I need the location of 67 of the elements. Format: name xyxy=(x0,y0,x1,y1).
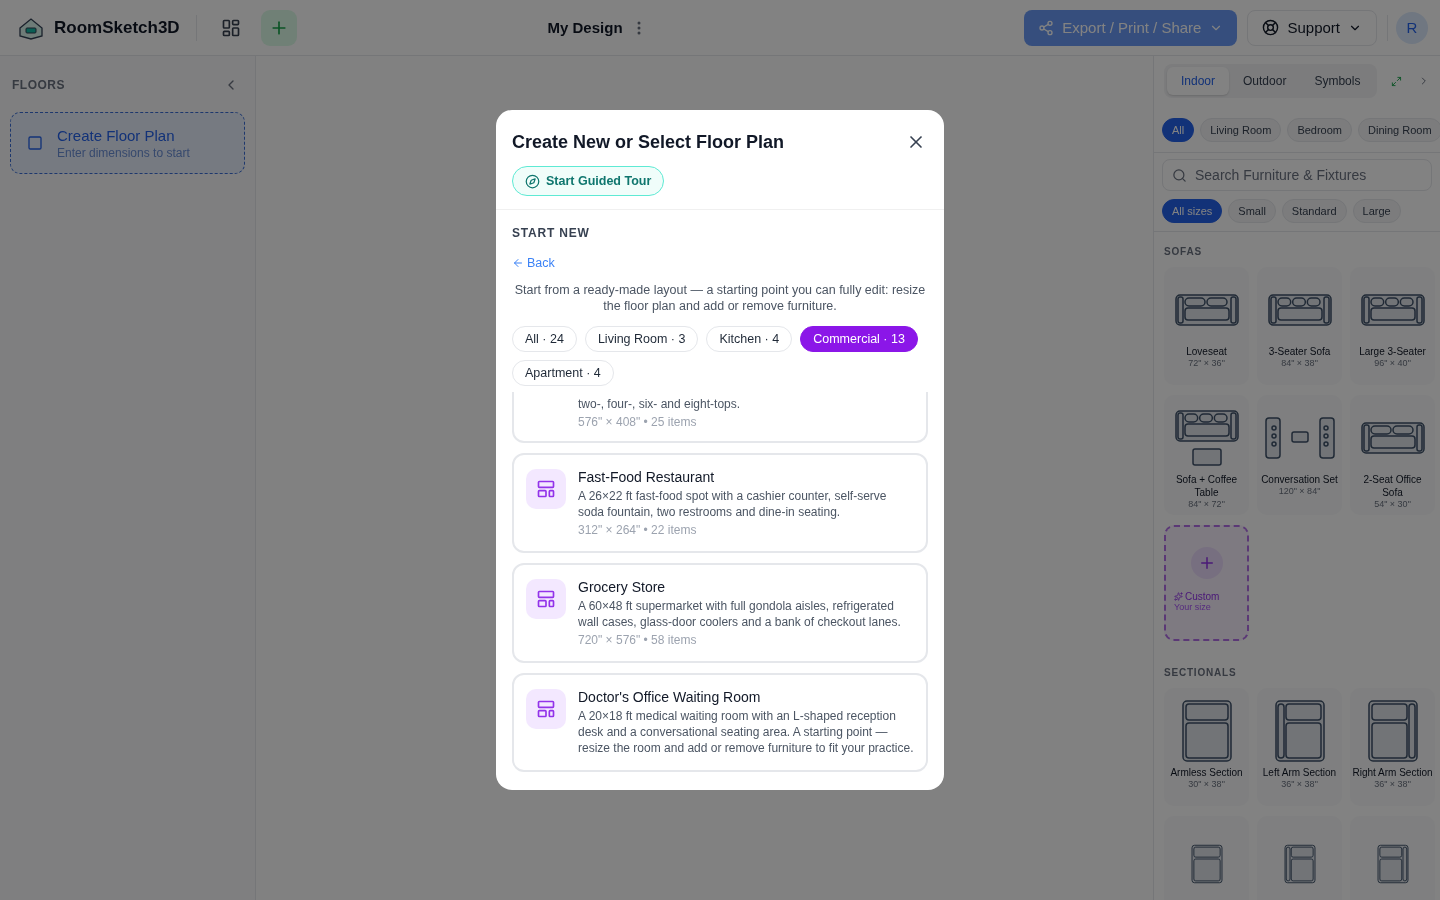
section-title: SECTIONALS xyxy=(1163,666,1238,680)
category-chip[interactable]: Dining Room xyxy=(1358,118,1440,142)
back-link[interactable]: Back xyxy=(512,256,928,270)
size-chip[interactable]: Standard xyxy=(1281,199,1347,223)
sofa-icon xyxy=(1174,293,1239,327)
template-card[interactable]: Fast-Food Restaurant A 26×22 ft fast-food spot with a cashier counter, self-serve soda fountain, two restrooms and dine-in seating. 312" × 264" • 22 items xyxy=(512,453,928,553)
layout-icon xyxy=(536,589,556,609)
template-meta: 312" × 264" • 22 items xyxy=(578,523,698,537)
sparkle-icon xyxy=(1174,592,1183,601)
sofa-with-table-icon xyxy=(1174,409,1239,467)
category-chip[interactable]: Living Room xyxy=(1200,118,1282,142)
seating-set-icon xyxy=(1263,416,1336,460)
search-icon xyxy=(1172,168,1187,183)
template-meta: 720" × 576" • 58 items xyxy=(578,633,698,647)
support-button[interactable]: Support xyxy=(1247,9,1377,46)
library-tab[interactable]: Indoor xyxy=(1167,67,1230,95)
library-tab[interactable]: Symbols xyxy=(1300,67,1375,95)
filter-chip[interactable]: Living Room · 3 xyxy=(584,326,699,352)
template-name: Grocery Store xyxy=(578,579,667,595)
user-avatar[interactable]: R xyxy=(1396,11,1428,44)
template-card[interactable]: Grocery Store A 60×48 ft supermarket with full gondola aisles, refrigerated wall cases, glass-door coolers and a bank of checkout lanes. 720" × 576" • 58 items xyxy=(512,563,928,663)
sofa-icon xyxy=(1360,421,1425,455)
custom-size-card[interactable]: Custom Your size xyxy=(1164,525,1249,641)
template-name: Fast-Food Restaurant xyxy=(578,469,716,485)
template-name: Doctor's Office Waiting Room xyxy=(578,689,762,705)
template-description: A 60×48 ft supermarket with full gondola aisles, refrigerated wall cases, glass-door coolers and a bank of checkout lanes. xyxy=(578,598,902,630)
arrow-left-icon xyxy=(512,257,524,269)
sofa-icon xyxy=(1360,293,1425,327)
design-title: My Design xyxy=(547,19,623,36)
library-tab[interactable]: Outdoor xyxy=(1229,67,1301,95)
intro-text: Start from a ready-made layout — a starting point you can fully edit: resize the floor plan and add or remove furniture. xyxy=(513,282,927,314)
category-chip[interactable]: Bedroom xyxy=(1287,118,1352,142)
section-label: START NEW xyxy=(512,226,591,240)
sofa-icon xyxy=(1267,293,1332,327)
section-title: SOFAS xyxy=(1163,245,1203,259)
size-chip[interactable]: All sizes xyxy=(1162,199,1223,223)
template-meta: 576" × 408" • 25 items xyxy=(578,415,698,429)
layout-icon xyxy=(536,699,556,719)
more-menu-icon[interactable] xyxy=(636,20,641,35)
template-card[interactable]: two-, four-, six- and eight-tops. 576" × 408" • 25 items xyxy=(512,392,928,443)
template-description: A 26×22 ft fast-food spot with a cashier counter, self-serve soda fountain, two restrooms and dine-in seating. xyxy=(578,488,888,520)
filter-chip[interactable]: Kitchen · 4 xyxy=(706,326,793,352)
brand-name: RoomSketch3D xyxy=(54,17,180,38)
dashboard-icon xyxy=(220,17,241,38)
layout-icon xyxy=(536,479,556,499)
add-button[interactable] xyxy=(260,9,297,46)
compass-icon xyxy=(525,173,540,189)
dialog-title: Create New or Select Floor Plan xyxy=(512,131,785,153)
filter-chip[interactable]: Commercial · 13 xyxy=(800,326,918,352)
template-description: two-, four-, six- and eight-tops. xyxy=(578,396,741,412)
sectional-icon xyxy=(1273,699,1326,763)
search-field[interactable]: Search Furniture & Fixtures xyxy=(1162,159,1432,191)
square-icon xyxy=(27,135,43,151)
filter-chip[interactable]: All · 24 xyxy=(512,326,577,352)
sectional-icon xyxy=(1366,699,1419,763)
create-floor-plan-card[interactable]: Create Floor Plan Enter dimensions to start xyxy=(10,112,245,174)
template-description: A 20×18 ft medical waiting room with an L-shaped reception desk and a conversational seating area. A starting point — resize the room and add or remove furniture to fit your practice. xyxy=(578,708,914,756)
template-card[interactable] xyxy=(512,673,928,772)
size-chip[interactable]: Large xyxy=(1352,199,1401,223)
filter-chip[interactable]: Apartment · 4 xyxy=(512,360,614,386)
share-icon xyxy=(1038,19,1055,36)
guided-tour-button[interactable]: Start Guided Tour xyxy=(512,166,665,196)
sectional-icon xyxy=(1180,699,1233,763)
category-chip[interactable]: All xyxy=(1162,118,1195,142)
size-chip[interactable]: Small xyxy=(1228,199,1276,223)
lifebuoy-icon xyxy=(1262,19,1280,36)
panel-title: FLOORS xyxy=(12,78,65,92)
